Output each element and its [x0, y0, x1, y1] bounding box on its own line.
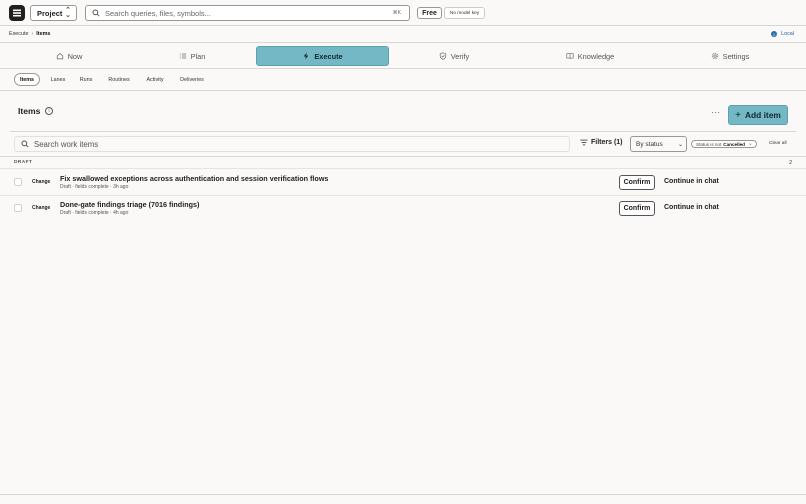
subtab-activity[interactable]: Activity: [142, 73, 168, 86]
bolt-icon: [303, 52, 309, 60]
info-circle-icon: i: [771, 31, 778, 37]
group-label: DRAFT: [14, 160, 33, 165]
chevron-down-icon: ⌄: [677, 142, 683, 148]
plan-badge[interactable]: Free: [417, 7, 442, 19]
search-icon: [92, 9, 100, 17]
divider: [0, 68, 806, 69]
subtab-routines[interactable]: Routines: [104, 73, 134, 86]
subtab-deliveries[interactable]: Deliveries: [176, 73, 208, 86]
item-title[interactable]: Done-gate findings triage (7016 findings…: [60, 200, 199, 209]
app-logo[interactable]: [9, 5, 25, 21]
table-row[interactable]: Change Done-gate findings triage (7016 f…: [0, 195, 806, 221]
add-item-button[interactable]: + Add item: [728, 105, 788, 125]
global-search[interactable]: ⌘K: [85, 5, 410, 21]
breadcrumb-parent[interactable]: Execute: [9, 31, 28, 37]
chip-value: Cancelled: [723, 141, 745, 147]
project-switcher[interactable]: Project ⌃ ⌄: [30, 5, 77, 21]
clear-all-button[interactable]: Clear all: [769, 141, 787, 146]
environment-label: Local: [781, 31, 794, 37]
breadcrumb-separator: ›: [31, 31, 34, 37]
tab-settings[interactable]: Settings: [670, 46, 790, 66]
subtab-runs[interactable]: Runs: [76, 73, 96, 86]
project-label: Project: [37, 8, 63, 18]
continue-in-chat-button[interactable]: Continue in chat: [664, 204, 719, 211]
divider: [0, 90, 806, 91]
book-icon: [566, 53, 574, 59]
status-filter-chip[interactable]: Status is not Cancelled ×: [691, 140, 757, 148]
breadcrumb-current: Items: [36, 31, 51, 37]
group-count: 2: [789, 160, 792, 166]
confirm-button[interactable]: Confirm: [619, 201, 655, 216]
item-meta: Draft · fields complete · 3h ago: [60, 184, 129, 190]
search-shortcut: ⌘K: [392, 10, 401, 16]
chip-prefix: Status is not: [696, 141, 722, 147]
tab-plan[interactable]: Plan: [133, 46, 251, 66]
table-row[interactable]: Change Fix swallowed exceptions across a…: [0, 169, 806, 195]
subtab-lanes[interactable]: Lanes: [46, 73, 70, 86]
group-by-select[interactable]: By status ⌄: [630, 136, 687, 152]
info-icon[interactable]: i: [45, 107, 53, 115]
gear-icon: [711, 52, 718, 60]
tab-now[interactable]: Now: [10, 46, 128, 66]
close-icon[interactable]: ×: [749, 142, 752, 147]
filters-label: Filters (1): [591, 139, 623, 146]
model-key-badge[interactable]: No model key: [444, 7, 485, 19]
divider: [0, 494, 806, 495]
items-search[interactable]: [14, 136, 570, 152]
filter-icon: [580, 139, 588, 146]
environment-indicator[interactable]: i Local: [771, 31, 794, 37]
subtab-items[interactable]: Items: [14, 73, 40, 86]
global-search-input[interactable]: [105, 8, 385, 18]
confirm-button[interactable]: Confirm: [619, 175, 655, 190]
page-title: Items: [18, 106, 41, 116]
change-type-label: Change: [32, 179, 51, 185]
chevron-updown-icon: ⌃ ⌄: [65, 7, 71, 19]
tab-verify[interactable]: Verify: [394, 46, 514, 66]
item-meta: Draft · fields complete · 4h ago: [60, 210, 129, 216]
divider: [0, 156, 806, 157]
change-type-label: Change: [32, 205, 51, 211]
divider: [0, 42, 806, 43]
row-checkbox[interactable]: [14, 204, 22, 212]
item-title[interactable]: Fix swallowed exceptions across authenti…: [60, 174, 328, 183]
more-options-button[interactable]: ···: [711, 108, 721, 117]
items-search-input[interactable]: [34, 139, 534, 149]
home-icon: [56, 52, 63, 60]
group-by-value: By status: [636, 140, 663, 148]
continue-in-chat-button[interactable]: Continue in chat: [664, 178, 719, 185]
row-checkbox[interactable]: [14, 178, 22, 186]
add-item-label: Add item: [745, 110, 781, 120]
filters-button[interactable]: Filters (1): [580, 139, 623, 146]
shield-check-icon: [439, 52, 446, 60]
plus-icon: +: [735, 109, 741, 121]
search-icon: [21, 140, 29, 148]
breadcrumb: Execute › Items: [9, 31, 50, 37]
list-icon: [179, 53, 186, 59]
tab-knowledge[interactable]: Knowledge: [530, 46, 650, 66]
tab-execute[interactable]: Execute: [256, 46, 389, 66]
divider: [10, 131, 796, 132]
stack-logo-icon: [13, 9, 21, 17]
divider: [0, 25, 806, 26]
